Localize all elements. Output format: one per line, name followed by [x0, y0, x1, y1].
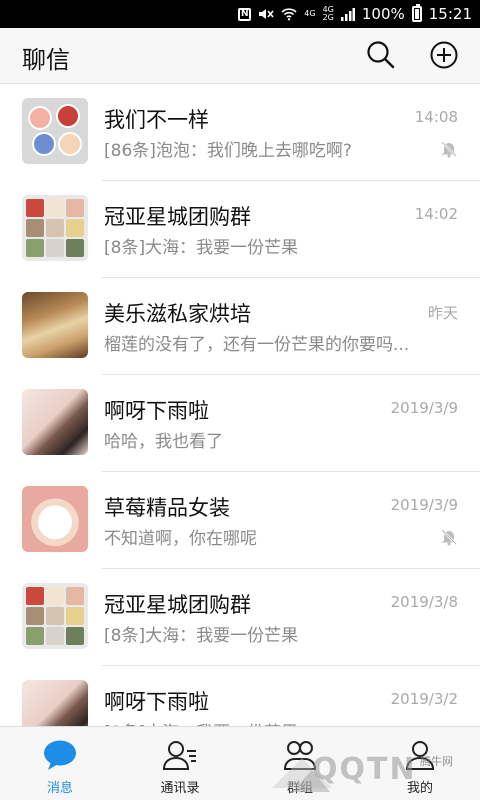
dual-network-label: 4G 2G — [322, 5, 334, 22]
status-bar: N 4G 4G 2G 100% 15:21 — [0, 0, 480, 28]
tab-contacts-label: 通讯录 — [160, 781, 200, 796]
tab-messages-label: 消息 — [46, 781, 73, 796]
watermark-subtext: 腾牛网 — [420, 755, 453, 768]
conversation-name: 美乐滋私家烘培 — [104, 302, 251, 326]
conversation-name: 冠亚星城团购群 — [104, 593, 251, 617]
group-avatar — [22, 195, 88, 261]
wifi-icon — [281, 8, 297, 21]
mute-bell-icon — [440, 529, 457, 546]
conversation-row[interactable]: 冠亚星城团购群 14:02 [8条]大海：我要一份芒果 — [0, 181, 480, 278]
conversation-preview: [1条]大海：我要一份芒果 — [104, 718, 449, 726]
tab-messages[interactable]: 消息 — [0, 727, 120, 800]
conversation-name: 冠亚星城团购群 — [104, 205, 251, 229]
conversation-row[interactable]: 草莓精品女装 2019/3/9 不知道啊，你在哪呢 — [0, 472, 480, 569]
conversation-preview: [8条]大海：我要一份芒果 — [104, 626, 299, 646]
tab-contacts[interactable]: 通讯录 — [120, 727, 240, 800]
conversation-name: 草莓精品女装 — [104, 496, 230, 520]
clock: 15:21 — [428, 5, 472, 23]
page-title: 聊信 — [22, 46, 70, 74]
app-header: 聊信 — [0, 28, 480, 84]
conversation-time: 14:02 — [414, 205, 458, 223]
conversation-time: 2019/3/9 — [390, 496, 458, 514]
conversation-preview: [86条]泡泡：我们晚上去哪吃啊? — [104, 141, 352, 161]
conversation-row[interactable]: 啊呀下雨啦 2019/3/9 哈哈，我也看了 — [0, 375, 480, 472]
conversation-preview: [8条]大海：我要一份芒果 — [104, 238, 299, 258]
conversation-row[interactable]: 美乐滋私家烘培 昨天 榴莲的没有了，还有一份芒果的你要吗... — [0, 278, 480, 375]
battery-icon — [411, 4, 422, 22]
network-type-label: 4G — [304, 9, 316, 18]
watermark-text: QQTN — [312, 752, 417, 787]
conversation-time: 2019/3/9 — [390, 399, 458, 417]
conversation-time: 14:08 — [414, 108, 458, 126]
shop-avatar — [22, 486, 88, 552]
group-avatar — [22, 583, 88, 649]
conversation-preview: 榴莲的没有了，还有一份芒果的你要吗... — [104, 335, 410, 355]
conversation-time: 昨天 — [427, 304, 458, 322]
conversation-name: 我们不一样 — [104, 108, 209, 132]
conversation-row[interactable]: 啊呀下雨啦 2019/3/2 [1条]大海：我要一份芒果 — [0, 666, 480, 726]
conversation-row[interactable]: 我们不一样 14:08 [86条]泡泡：我们晚上去哪吃啊? — [0, 84, 480, 181]
battery-percent: 100% — [361, 5, 405, 23]
search-icon[interactable] — [364, 38, 398, 72]
group-avatar — [22, 98, 88, 164]
conversation-preview: 不知道啊，你在哪呢 — [104, 529, 257, 549]
conversation-time: 2019/3/8 — [390, 593, 458, 611]
conversation-row[interactable]: 冠亚星城团购群 2019/3/8 [8条]大海：我要一份芒果 — [0, 569, 480, 666]
user-avatar — [22, 389, 88, 455]
contacts-icon — [163, 741, 196, 770]
signal-icon — [340, 7, 355, 21]
conversation-name: 啊呀下雨啦 — [104, 399, 209, 423]
chat-bubble-icon — [44, 740, 76, 770]
nfc-icon: N — [238, 7, 252, 21]
plus-circle-icon[interactable] — [427, 38, 461, 72]
conversation-time: 2019/3/2 — [390, 690, 458, 708]
mute-volume-icon — [259, 9, 274, 19]
conversation-name: 啊呀下雨啦 — [104, 690, 209, 714]
user-avatar — [22, 680, 88, 726]
shop-avatar — [22, 292, 88, 358]
mute-bell-icon — [440, 141, 457, 158]
conversation-preview: 哈哈，我也看了 — [104, 432, 223, 452]
conversation-list[interactable]: 我们不一样 14:08 [86条]泡泡：我们晚上去哪吃啊? 冠亚星城团购群 14… — [0, 84, 480, 726]
